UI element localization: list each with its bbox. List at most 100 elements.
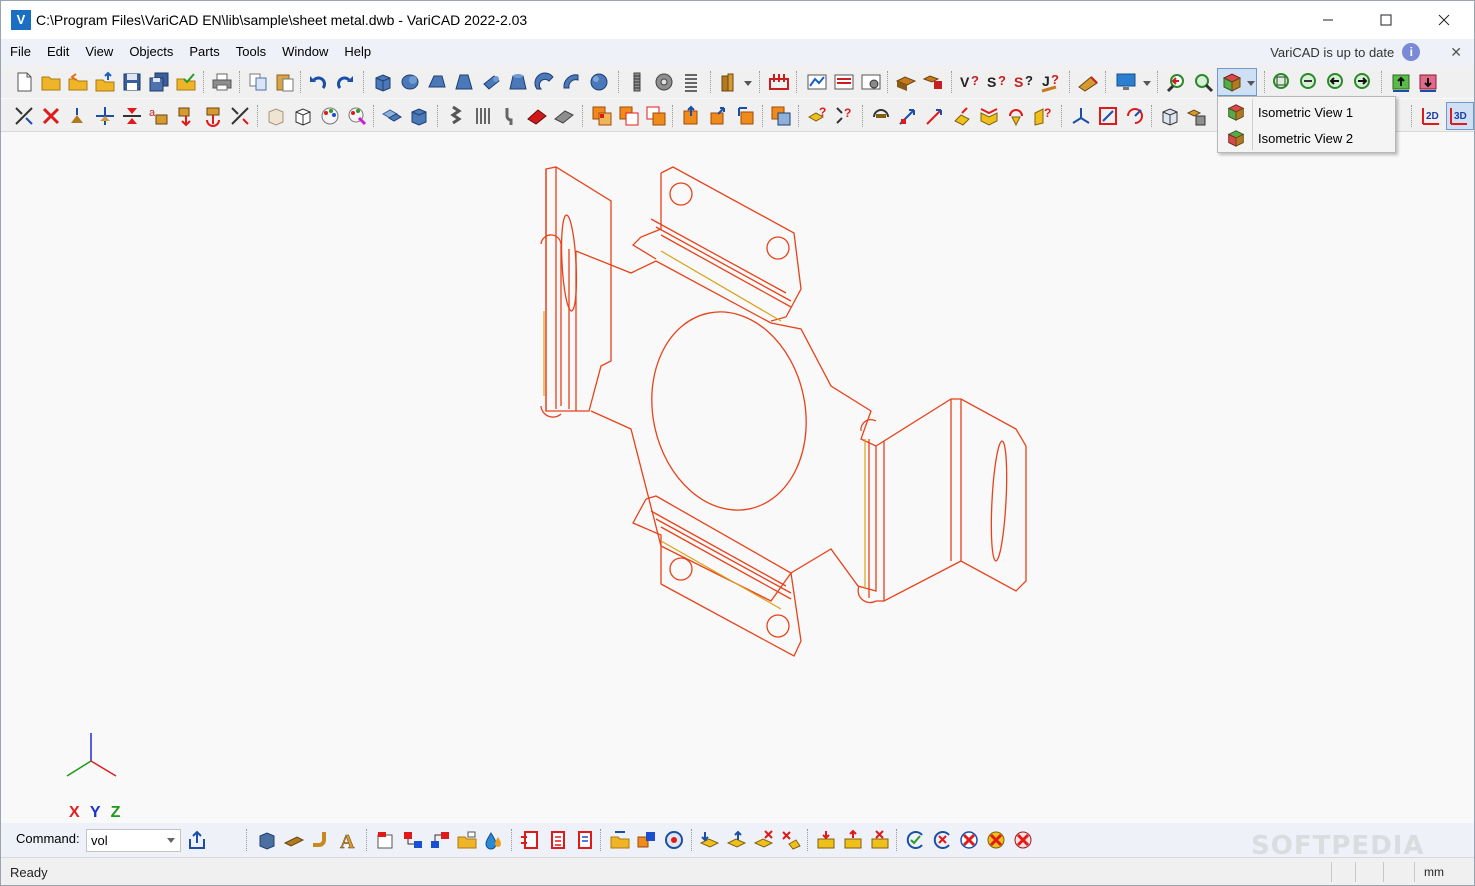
box-solid-icon[interactable] [372,71,394,93]
3d-transform-icon[interactable] [895,71,917,93]
fold-solid-icon[interactable] [978,105,1000,127]
menu-item-isometric-view-2[interactable]: Isometric View 2 [1218,125,1395,151]
menu-help[interactable]: Help [336,39,379,65]
delete-icon[interactable] [40,105,62,127]
dropdown-arrow-icon[interactable] [744,81,752,87]
import-icon[interactable] [94,71,116,93]
move-solid-icon[interactable] [708,105,730,127]
box-outline-icon[interactable] [292,105,314,127]
anchor-icon[interactable] [202,105,224,127]
menu-edit[interactable]: Edit [39,39,77,65]
elbow-solid-icon[interactable] [561,71,583,93]
redo-icon[interactable] [334,71,356,93]
cd-library-icon[interactable] [663,829,685,851]
share-export-icon[interactable] [186,829,208,851]
coordinate-axes-icon[interactable] [1070,105,1092,127]
export-view-icon[interactable] [1390,71,1412,93]
menu-parts[interactable]: Parts [181,39,227,65]
spring-icon[interactable] [680,71,702,93]
show-objects-icon[interactable] [408,105,430,127]
interference-remove-icon[interactable] [931,829,953,851]
solid-check-icon[interactable]: ? [834,105,856,127]
open-folder-icon[interactable] [40,71,62,93]
blank-objects-icon[interactable] [381,105,403,127]
command-input[interactable]: vol [86,829,181,852]
solid-query-icon[interactable]: ? [807,105,829,127]
extrude-icon[interactable] [283,829,305,851]
switch-2d-icon[interactable]: 2D [1421,105,1443,127]
torus-solid-icon[interactable] [534,71,556,93]
rotate-3d-icon[interactable] [870,105,892,127]
attach-icon[interactable] [175,105,197,127]
copy-solid-icon[interactable] [735,105,757,127]
copy-icon[interactable] [247,71,269,93]
volume-query-icon[interactable]: V? [959,71,981,93]
solid-cut-icon[interactable] [526,105,548,127]
move-along-icon[interactable] [924,105,946,127]
view-settings-icon[interactable] [1186,105,1208,127]
pan-right-icon[interactable] [1352,71,1374,93]
surface-query-icon[interactable]: S? [986,71,1008,93]
copy-objects-icon[interactable] [67,105,89,127]
folder-tree-icon[interactable] [456,829,478,851]
bom-icon[interactable] [375,829,397,851]
solid-info-icon[interactable]: ? [1032,105,1054,127]
insert-down-icon[interactable] [699,829,721,851]
boolean-union-icon[interactable] [591,105,613,127]
close-window-button[interactable] [1415,1,1473,39]
save-icon[interactable] [121,71,143,93]
table-add-icon[interactable] [519,829,541,851]
place-solid-icon[interactable] [951,105,973,127]
cylinder-solid-icon[interactable] [399,71,421,93]
maximize-button[interactable] [1357,1,1415,39]
remove-part-icon[interactable] [753,829,775,851]
group-remove-icon[interactable] [869,829,891,851]
pipe-elbow-icon[interactable] [310,829,332,851]
box-wireframe-icon[interactable] [265,105,287,127]
menu-view[interactable]: View [77,39,121,65]
solid-slab-icon[interactable] [553,105,575,127]
group-update-icon[interactable] [842,829,864,851]
table-link-icon[interactable] [573,829,595,851]
pipe-bundle-icon[interactable] [472,105,494,127]
sphere-solid-icon[interactable] [588,71,610,93]
text-attribute-icon[interactable]: a [148,105,170,127]
menu-objects[interactable]: Objects [121,39,181,65]
cone-solid-icon[interactable] [453,71,475,93]
menu-item-isometric-view-1[interactable]: Isometric View 1 [1218,99,1395,125]
zoom-all-icon[interactable] [1271,71,1293,93]
zoom-icon[interactable] [1192,71,1214,93]
insert-solid-icon[interactable] [681,105,703,127]
workplane-icon[interactable] [1097,105,1119,127]
import-view-icon[interactable] [1417,71,1439,93]
new-file-icon[interactable] [13,71,35,93]
assembly-tree-icon[interactable] [402,829,424,851]
isometric-cube-icon[interactable] [1221,71,1243,93]
boolean-intersect-icon[interactable] [645,105,667,127]
save-all-icon[interactable] [148,71,170,93]
zoom-previous-icon[interactable] [1165,71,1187,93]
measure-tool-icon[interactable] [1077,71,1099,93]
water-drop-icon[interactable] [483,829,505,851]
menu-tools[interactable]: Tools [228,39,274,65]
insert-up-icon[interactable] [726,829,748,851]
profile-tool-icon[interactable] [718,71,740,93]
pipe-bend-icon[interactable] [499,105,521,127]
bearing-icon[interactable] [653,71,675,93]
paste-icon[interactable] [274,71,296,93]
pipe-icon[interactable] [445,105,467,127]
tube-solid-icon[interactable] [480,71,502,93]
inertia-query-icon[interactable]: J? [1040,71,1062,93]
info-icon[interactable]: i [1402,43,1421,61]
menu-file[interactable]: File [1,39,39,65]
cancel-red-icon[interactable] [958,829,980,851]
color-palette-icon[interactable] [319,105,341,127]
minimize-button[interactable] [1299,1,1357,39]
print-icon[interactable] [211,71,233,93]
sheet-metal-icon[interactable] [768,71,790,93]
section-query-icon[interactable]: S? [1013,71,1035,93]
text-solid-icon[interactable]: A [337,829,359,851]
drawing-table-icon[interactable] [806,71,828,93]
mirror-icon[interactable] [121,105,143,127]
zoom-out-icon[interactable] [1298,71,1320,93]
